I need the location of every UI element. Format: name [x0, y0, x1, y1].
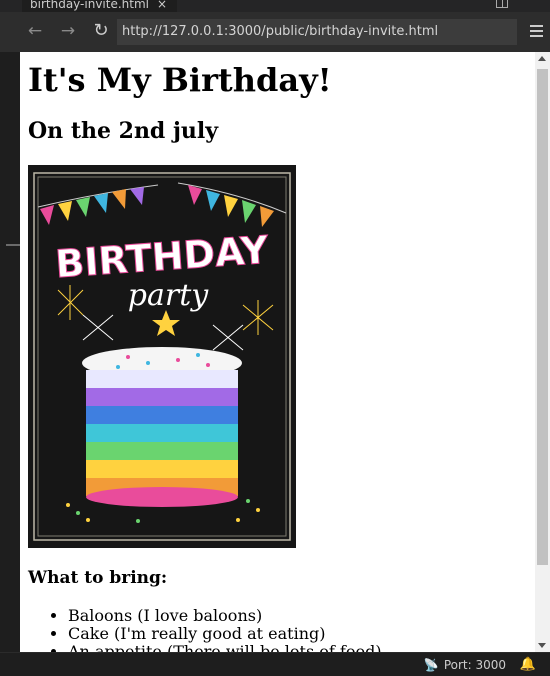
tab-birthday-invite[interactable]: birthday-invite.html ×: [22, 0, 178, 12]
broadcast-icon: 📡: [423, 658, 439, 672]
scroll-up-icon[interactable]: [538, 56, 546, 61]
page-viewport: It's My Birthday! On the 2nd july BIRTHD…: [20, 52, 535, 652]
page-subtitle: On the 2nd july: [28, 118, 219, 144]
page-title: It's My Birthday!: [28, 61, 332, 99]
poster-subtitle: party: [128, 278, 209, 313]
editor-gutter: [0, 52, 20, 652]
sash-handle[interactable]: [6, 244, 20, 246]
reload-icon[interactable]: ↻: [90, 20, 112, 42]
status-bar: 📡 Port: 3000 🔔: [0, 652, 550, 676]
close-icon[interactable]: ×: [157, 0, 167, 12]
port-label: Port: 3000: [443, 658, 506, 672]
bell-icon[interactable]: 🔔: [520, 657, 536, 672]
birthday-party-poster-image: BIRTHDAY party: [28, 165, 296, 548]
list-item: Baloons (I love baloons): [68, 607, 382, 625]
back-icon[interactable]: ←: [24, 20, 46, 42]
bring-heading: What to bring:: [28, 568, 168, 588]
tab-title: birthday-invite.html: [30, 0, 149, 11]
port-status[interactable]: 📡 Port: 3000: [424, 655, 506, 675]
list-item: Cake (I'm really good at eating): [68, 625, 382, 643]
split-editor-icon[interactable]: [496, 0, 508, 8]
editor-tab-bar: birthday-invite.html ×: [0, 0, 550, 12]
forward-icon[interactable]: →: [57, 20, 79, 42]
list-item: An appetite (There will be lots of food): [68, 643, 382, 653]
scroll-thumb[interactable]: [537, 69, 548, 565]
bring-list: Baloons (I love baloons) Cake (I'm reall…: [28, 607, 382, 653]
url-input[interactable]: http://127.0.0.1:3000/public/birthday-in…: [117, 19, 517, 45]
menu-icon[interactable]: [530, 25, 543, 37]
scroll-down-icon[interactable]: [538, 643, 546, 648]
browser-nav-bar: ← → ↻ http://127.0.0.1:3000/public/birth…: [0, 12, 550, 52]
vertical-scrollbar[interactable]: [535, 52, 550, 652]
